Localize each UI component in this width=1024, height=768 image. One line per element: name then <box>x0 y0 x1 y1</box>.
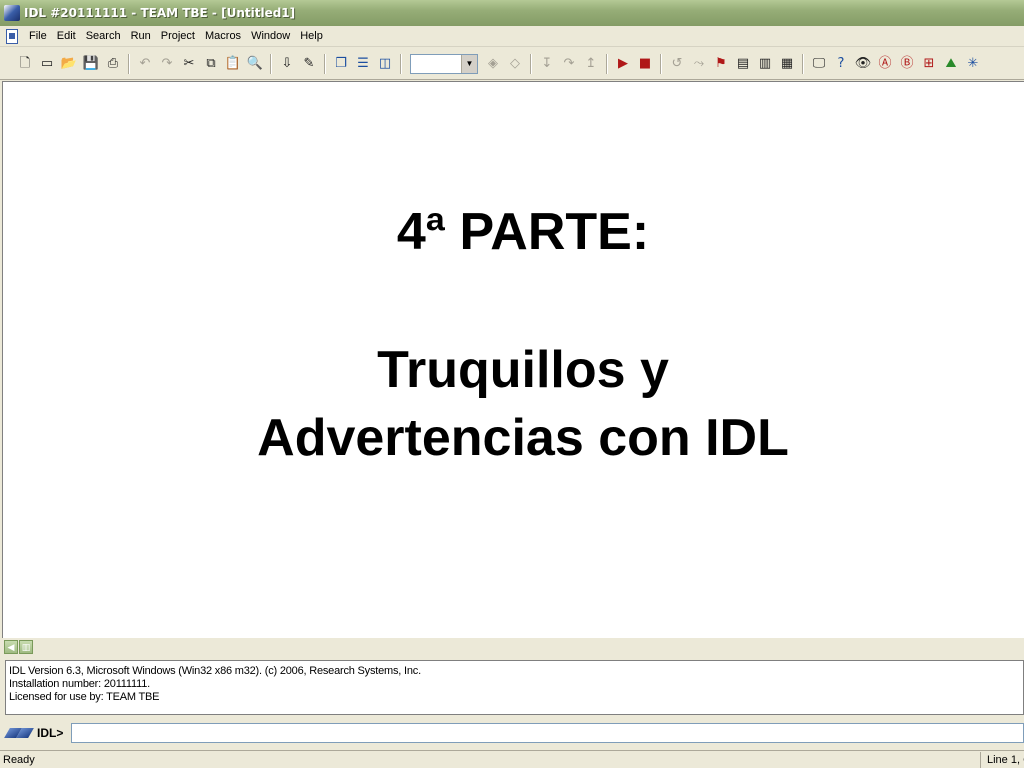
idl-logo-icon <box>5 726 33 740</box>
menu-macros[interactable]: Macros <box>200 26 246 47</box>
tile-horizontal-icon[interactable]: ☰ <box>354 55 372 73</box>
tile-vertical-icon[interactable]: ◫ <box>376 55 394 73</box>
ascii-template-icon[interactable]: Ⓐ <box>876 55 894 73</box>
cascade-windows-icon[interactable]: ❐ <box>332 55 350 73</box>
step-over-icon[interactable]: ↷ <box>560 55 578 73</box>
menu-window[interactable]: Window <box>246 26 295 47</box>
menu-file[interactable]: File <box>24 26 52 47</box>
menu-project[interactable]: Project <box>156 26 200 47</box>
toolbar-separator <box>270 53 272 74</box>
context-help-icon[interactable]: ? <box>832 55 850 73</box>
slide-subtitle-line2: Advertencias con IDL <box>257 409 789 467</box>
toolbar-separator <box>400 53 402 74</box>
trace-icon[interactable]: ⤳ <box>690 55 708 73</box>
undo-icon[interactable]: ↶ <box>136 55 154 73</box>
editor-pane[interactable]: 4ª PARTE: Truquillos y Advertencias con … <box>2 81 1024 638</box>
cut-icon[interactable]: ✂ <box>180 55 198 73</box>
binary-template-icon[interactable]: Ⓑ <box>898 55 916 73</box>
command-input[interactable] <box>71 723 1024 743</box>
print-icon[interactable]: ⎙ <box>104 55 122 73</box>
output-line: Installation number: 20111111. <box>9 678 150 690</box>
title-bar[interactable]: IDL #20111111 - TEAM TBE - [Untitled1] <box>0 0 1024 26</box>
hdf-icon[interactable]: ⊞ <box>920 55 938 73</box>
status-text: Ready <box>3 753 35 766</box>
idl-app-icon[interactable] <box>4 5 20 21</box>
new-file-icon[interactable]: 🗋 <box>16 55 34 73</box>
new-window-icon[interactable]: ▭ <box>38 55 56 73</box>
toolbar-separator <box>660 53 662 74</box>
command-line: IDL> <box>0 720 1024 746</box>
clear-breakpoint-icon[interactable]: ◇ <box>506 55 524 73</box>
stop-icon[interactable]: ■ <box>636 55 654 73</box>
watch-window-icon[interactable]: ▤ <box>734 55 752 73</box>
edit-icon[interactable]: ✎ <box>300 55 318 73</box>
menu-run[interactable]: Run <box>126 26 156 47</box>
menu-bar: File Edit Search Run Project Macros Wind… <box>0 26 1024 47</box>
toolbar: 🗋 ▭ 📂 💾 ⎙ ↶ ↷ ✂ ⧉ 📋 🔍 ⇩ ✎ ❐ ☰ ◫ ▼ ◈ ◇ ↧ … <box>0 48 1024 80</box>
paste-icon[interactable]: 📋 <box>224 55 242 73</box>
breakpoint-toggle-icon[interactable]: ⚑ <box>712 55 730 73</box>
breakpoint-icon[interactable]: ◈ <box>484 55 502 73</box>
slide-subtitle-line1: Truquillos y <box>377 341 669 399</box>
find-icon[interactable]: 🔍 <box>246 55 264 73</box>
toolbar-separator <box>324 53 326 74</box>
save-icon[interactable]: 💾 <box>82 55 100 73</box>
status-bar: Ready Line 1, C <box>0 750 1024 768</box>
scroll-left-icon[interactable]: ◀ <box>4 640 18 654</box>
chevron-down-icon[interactable]: ▼ <box>461 54 477 73</box>
toolbar-separator <box>802 53 804 74</box>
compile-icon[interactable]: ⇩ <box>278 55 296 73</box>
document-icon[interactable] <box>6 28 18 44</box>
scroll-right-icon[interactable]: ▥ <box>19 640 33 654</box>
copy-icon[interactable]: ⧉ <box>202 55 220 73</box>
output-window-icon[interactable]: ▦ <box>778 55 796 73</box>
slide-title: 4ª PARTE: <box>396 203 650 261</box>
step-into-icon[interactable]: ↧ <box>538 55 556 73</box>
view-icon[interactable]: 👁 <box>854 55 872 73</box>
run-icon[interactable]: ▶ <box>614 55 632 73</box>
step-out-icon[interactable]: ↥ <box>582 55 600 73</box>
command-prompt: IDL> <box>37 726 64 740</box>
variables-window-icon[interactable]: ▥ <box>756 55 774 73</box>
cursor-position: Line 1, C <box>980 751 1024 768</box>
toolbar-separator <box>128 53 130 74</box>
window-title: IDL #20111111 - TEAM TBE - [Untitled1] <box>24 6 296 20</box>
menu-help[interactable]: Help <box>295 26 328 47</box>
demo-icon[interactable]: ✳ <box>964 55 982 73</box>
display-icon[interactable]: 🖵 <box>810 55 828 73</box>
toolbar-separator <box>606 53 608 74</box>
reset-icon[interactable]: ↺ <box>668 55 686 73</box>
output-log[interactable]: IDL Version 6.3, Microsoft Windows (Win3… <box>5 660 1024 715</box>
toolbar-separator <box>530 53 532 74</box>
editor-scroll-strip: ◀ ▥ <box>2 638 1024 656</box>
open-folder-icon[interactable]: 📂 <box>60 55 78 73</box>
output-line: Licensed for use by: TEAM TBE <box>9 691 160 703</box>
menu-search[interactable]: Search <box>81 26 126 47</box>
redo-icon[interactable]: ↷ <box>158 55 176 73</box>
menu-edit[interactable]: Edit <box>52 26 81 47</box>
image-tool-icon[interactable]: ⛰ <box>942 55 960 73</box>
routine-combo[interactable]: ▼ <box>410 53 478 74</box>
output-line: IDL Version 6.3, Microsoft Windows (Win3… <box>9 665 421 677</box>
